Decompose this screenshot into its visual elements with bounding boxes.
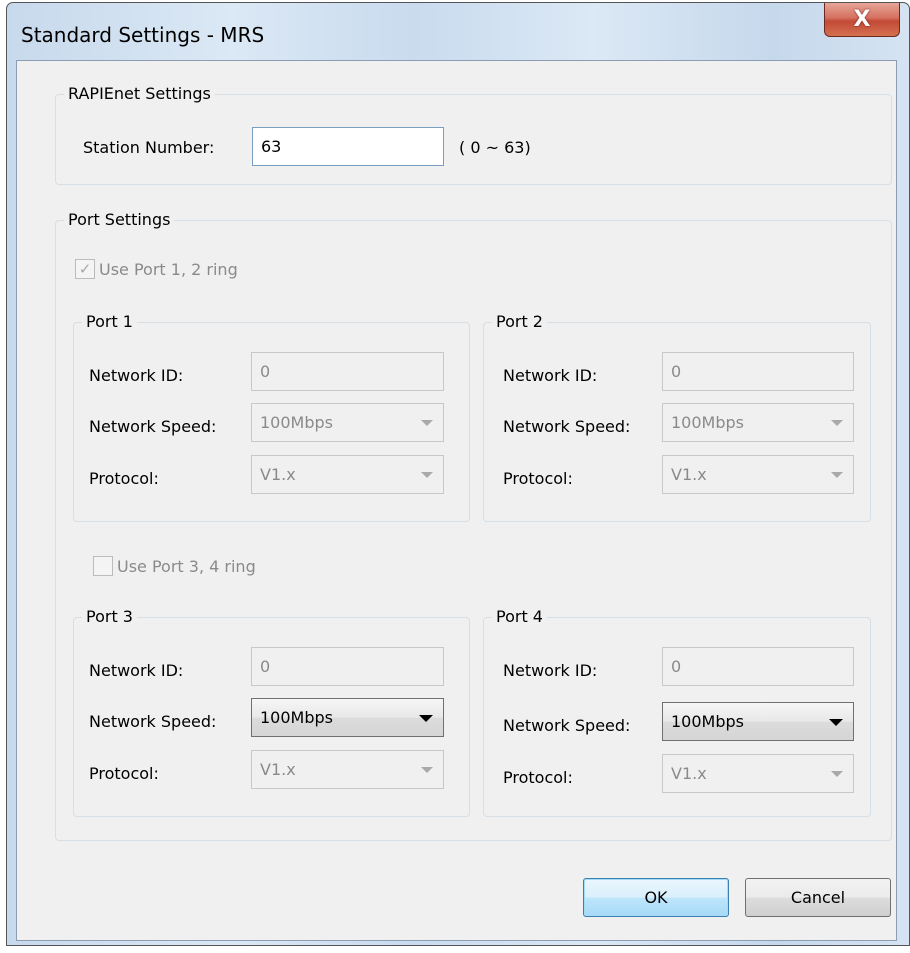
use-port-1-2-ring-checkbox[interactable]: ✓ <box>75 259 95 279</box>
port-3-protocol-value: V1.x <box>260 760 296 779</box>
port-1-protocol-select[interactable]: V1.x <box>251 455 444 494</box>
port-4-network-speed-value: 100Mbps <box>671 712 744 731</box>
close-icon: X <box>853 7 871 32</box>
rapienet-settings-label: RAPIEnet Settings <box>64 83 215 105</box>
chevron-down-icon <box>831 771 843 777</box>
use-port-3-4-ring-label: Use Port 3, 4 ring <box>117 557 256 576</box>
protocol-label: Protocol: <box>89 469 159 488</box>
port-1-group: Port 1 Network ID: 0 Network Speed: 100M… <box>73 311 470 522</box>
station-number-input[interactable]: 63 <box>252 127 444 166</box>
window-title: Standard Settings - MRS <box>21 23 265 47</box>
ok-button[interactable]: OK <box>583 878 729 917</box>
network-id-label: Network ID: <box>503 661 598 680</box>
checkmark-icon: ✓ <box>78 260 92 278</box>
port-2-protocol-select[interactable]: V1.x <box>662 455 854 494</box>
port-2-network-speed-value: 100Mbps <box>671 413 744 432</box>
port-1-label: Port 1 <box>82 311 137 333</box>
port-2-protocol-value: V1.x <box>671 465 707 484</box>
cancel-button[interactable]: Cancel <box>745 878 891 917</box>
chevron-down-icon <box>829 719 843 726</box>
title-bar[interactable]: Standard Settings - MRS X <box>7 3 909 60</box>
chevron-down-icon <box>421 472 433 478</box>
network-id-label: Network ID: <box>89 366 184 385</box>
protocol-label: Protocol: <box>503 469 573 488</box>
close-button[interactable]: X <box>824 3 900 37</box>
chevron-down-icon <box>421 420 433 426</box>
port-4-network-speed-select[interactable]: 100Mbps <box>662 702 854 741</box>
chevron-down-icon <box>419 715 433 722</box>
port-2-network-id-input[interactable]: 0 <box>662 352 854 391</box>
port-1-protocol-value: V1.x <box>260 465 296 484</box>
chevron-down-icon <box>831 472 843 478</box>
port-4-label: Port 4 <box>492 606 547 628</box>
port-3-network-speed-select[interactable]: 100Mbps <box>251 698 444 737</box>
port-settings-group: Port Settings ✓ Use Port 1, 2 ring Port … <box>55 209 892 841</box>
port-4-group: Port 4 Network ID: 0 Network Speed: 100M… <box>483 606 871 817</box>
port-4-protocol-value: V1.x <box>671 764 707 783</box>
port-3-network-id-input[interactable]: 0 <box>251 647 444 686</box>
port-2-group: Port 2 Network ID: 0 Network Speed: 100M… <box>483 311 871 522</box>
port-3-protocol-select[interactable]: V1.x <box>251 750 444 789</box>
dialog-client-area: RAPIEnet Settings Station Number: 63 ( 0… <box>16 60 897 941</box>
port-1-network-speed-select[interactable]: 100Mbps <box>251 403 444 442</box>
protocol-label: Protocol: <box>89 764 159 783</box>
station-number-label: Station Number: <box>83 138 215 157</box>
rapienet-settings-group: RAPIEnet Settings Station Number: 63 ( 0… <box>55 83 892 185</box>
network-speed-label: Network Speed: <box>503 716 631 735</box>
port-settings-label: Port Settings <box>64 209 175 231</box>
chevron-down-icon <box>831 420 843 426</box>
port-3-label: Port 3 <box>82 606 137 628</box>
use-port-1-2-ring-label: Use Port 1, 2 ring <box>99 260 238 279</box>
port-4-protocol-select[interactable]: V1.x <box>662 754 854 793</box>
port-3-network-speed-value: 100Mbps <box>260 708 333 727</box>
port-4-network-id-input[interactable]: 0 <box>662 647 854 686</box>
dialog-window: Standard Settings - MRS X RAPIEnet Setti… <box>6 2 910 946</box>
port-2-network-speed-select[interactable]: 100Mbps <box>662 403 854 442</box>
chevron-down-icon <box>421 767 433 773</box>
network-id-label: Network ID: <box>503 366 598 385</box>
network-speed-label: Network Speed: <box>89 712 217 731</box>
protocol-label: Protocol: <box>503 768 573 787</box>
use-port-3-4-ring-checkbox[interactable] <box>93 556 113 576</box>
network-speed-label: Network Speed: <box>503 417 631 436</box>
port-3-group: Port 3 Network ID: 0 Network Speed: 100M… <box>73 606 470 817</box>
port-1-network-id-input[interactable]: 0 <box>251 352 444 391</box>
port-1-network-speed-value: 100Mbps <box>260 413 333 432</box>
station-number-range: ( 0 ~ 63) <box>459 138 531 157</box>
network-id-label: Network ID: <box>89 661 184 680</box>
network-speed-label: Network Speed: <box>89 417 217 436</box>
port-2-label: Port 2 <box>492 311 547 333</box>
